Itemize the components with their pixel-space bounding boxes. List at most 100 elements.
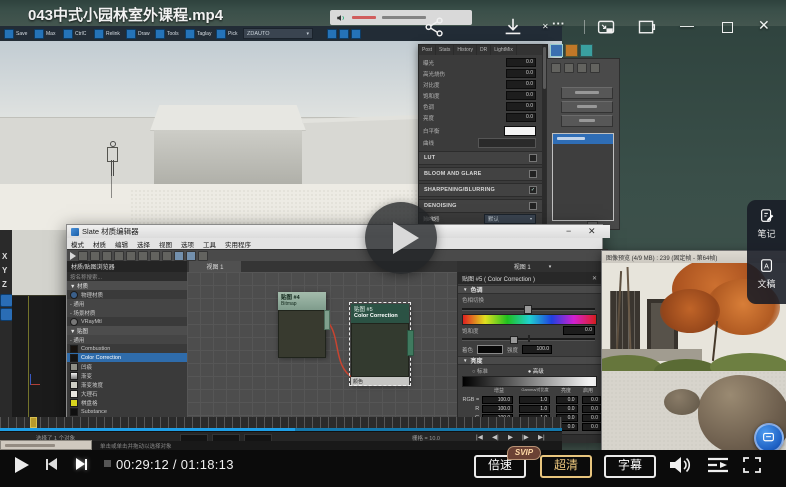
browser-map-item[interactable]: 棋盘格 <box>67 398 187 407</box>
render-setup-icon[interactable] <box>550 44 563 57</box>
next-frame-icon[interactable]: |▶ <box>522 433 529 441</box>
hue-slider[interactable] <box>462 305 595 311</box>
sidebar-toggle-icon[interactable] <box>636 17 657 38</box>
gain-spinner[interactable]: 100.0 <box>482 396 513 404</box>
go-to-start-icon[interactable]: |◀ <box>476 433 483 441</box>
volume-icon[interactable] <box>668 455 692 475</box>
play-button[interactable] <box>15 457 29 473</box>
menu-item[interactable]: 编辑 <box>111 239 132 249</box>
browser-map-item[interactable]: Substance <box>67 407 187 416</box>
browser-map-item[interactable]: 凹痕 <box>67 362 187 371</box>
vfb-tab[interactable]: DR <box>477 45 491 55</box>
value-spinner[interactable]: 0.0 <box>506 80 536 89</box>
close-icon[interactable]: ✕ <box>592 275 597 282</box>
download-icon[interactable] <box>502 16 524 38</box>
share-icon[interactable] <box>424 16 446 38</box>
browser-group[interactable]: ▼ 贴图 <box>67 326 187 335</box>
lightness-section-header[interactable]: ▼亮度 <box>458 356 601 365</box>
tool-icon[interactable] <box>150 251 160 261</box>
menu-item[interactable]: 选项 <box>177 239 198 249</box>
browser-search-input[interactable]: 按名称搜索... <box>67 272 187 281</box>
value-spinner[interactable]: 0.0 <box>506 69 536 78</box>
browser-map-item[interactable]: 渐变 <box>67 371 187 380</box>
gain-spinner[interactable]: 100.0 <box>482 405 513 413</box>
notes-button[interactable]: 笔记 <box>747 208 786 240</box>
vfb-rollout-sharpen[interactable]: SHARPENING/BLURRING✓ <box>419 183 542 197</box>
checkbox[interactable] <box>529 170 537 178</box>
maximize-icon[interactable] <box>722 22 733 33</box>
panel-listbox[interactable] <box>552 133 614 221</box>
minimize-icon[interactable]: — <box>680 17 694 33</box>
tool-icon[interactable] <box>90 251 100 261</box>
denoiser-dropdown[interactable]: 默认▾ <box>484 214 536 224</box>
tool-icon[interactable] <box>114 251 124 261</box>
panel-button[interactable] <box>561 115 613 127</box>
vfb-rollout-lut[interactable]: LUT <box>419 151 542 165</box>
browser-item[interactable]: 物理材质 <box>67 290 187 299</box>
curve-preview[interactable] <box>478 138 536 148</box>
gamma-spinner[interactable]: 1.0 <box>519 405 550 413</box>
checkbox-checked[interactable]: ✓ <box>529 186 537 194</box>
brightness-spinner[interactable]: 0.0 <box>556 396 577 404</box>
vfb-tab[interactable]: History <box>454 45 477 55</box>
value-spinner[interactable]: 0.0 <box>506 91 536 100</box>
browser-group[interactable]: - 场景材质 <box>67 308 187 317</box>
white-balance-swatch[interactable] <box>504 126 536 136</box>
hue-section-header[interactable]: ▼色调 <box>458 285 601 294</box>
browser-header[interactable]: 材质/贴图浏览器 <box>67 261 195 272</box>
tool-icon-active[interactable] <box>186 251 196 261</box>
time-slider-handle[interactable] <box>30 417 37 428</box>
close-icon[interactable]: ✕ <box>758 17 770 34</box>
radio-standard[interactable]: ○ 标准 <box>472 367 488 375</box>
next-episode-button[interactable] <box>76 458 87 470</box>
brightness-spinner[interactable]: 0.0 <box>556 405 577 413</box>
view-dropdown[interactable]: 视图 1▾ <box>457 261 608 272</box>
render-iterative-icon[interactable] <box>580 44 593 57</box>
tool-icon[interactable] <box>551 63 561 73</box>
tool-icon[interactable] <box>198 251 208 261</box>
tool-icon[interactable] <box>138 251 148 261</box>
play-overlay-button[interactable] <box>365 202 437 274</box>
node-header[interactable]: 贴图 #5 Color Correction <box>351 304 409 323</box>
node-canvas[interactable]: 贴图 #4 Bitmap 贴图 #5 Color Correction 颜色 <box>187 272 457 434</box>
node-output-tab[interactable] <box>324 310 330 330</box>
enable-spinner[interactable]: 0.0 <box>582 423 601 431</box>
vfb-tab[interactable]: Post <box>419 45 436 55</box>
prev-episode-button[interactable] <box>46 458 57 470</box>
transcript-button[interactable]: A 文稿 <box>747 258 786 290</box>
node-side-tab[interactable] <box>407 330 414 356</box>
enable-spinner[interactable]: 0.0 <box>582 405 601 413</box>
slate-titlebar[interactable]: Slate 材质编辑器 − ✕ <box>67 225 610 238</box>
listbox-selected-row[interactable] <box>553 134 613 144</box>
node-input-slot[interactable]: 颜色 <box>351 377 409 386</box>
menu-item[interactable]: 实用程序 <box>221 239 255 249</box>
browser-group[interactable]: - 通用 <box>67 335 187 344</box>
playlist-icon[interactable] <box>706 457 730 473</box>
checkbox[interactable] <box>529 202 537 210</box>
view-tab[interactable]: 视图 1 <box>189 261 241 272</box>
minimize-icon[interactable]: − <box>566 226 571 236</box>
tool-icon[interactable] <box>564 63 574 73</box>
close-icon[interactable]: ✕ <box>588 226 596 237</box>
maxscript-mini-listener[interactable] <box>0 440 92 450</box>
fullscreen-icon[interactable] <box>742 456 762 474</box>
subtitle-button[interactable]: 字幕 <box>604 455 656 478</box>
mini-player-icon[interactable] <box>596 17 617 38</box>
vfb-tab[interactable]: LightMix <box>491 45 517 55</box>
tool-icon[interactable] <box>78 251 88 261</box>
browser-group[interactable]: - 通用 <box>67 299 187 308</box>
vfb-rollout-denoise[interactable]: DENOISING <box>419 199 542 213</box>
select-arrow-icon[interactable] <box>70 252 76 260</box>
gamma-spinner[interactable]: 1.0 <box>519 396 550 404</box>
material-node-bitmap[interactable]: 贴图 #4 Bitmap <box>278 292 326 356</box>
panel-button[interactable] <box>561 87 613 99</box>
browser-map-item[interactable]: 渐变坡度 <box>67 380 187 389</box>
radio-advanced[interactable]: ● 高级 <box>528 367 544 375</box>
material-node-color-correction[interactable]: 贴图 #5 Color Correction 颜色 <box>351 304 409 384</box>
tool-icon[interactable] <box>577 63 587 73</box>
vfb-tab[interactable]: Stats <box>436 45 454 55</box>
menu-item[interactable]: 工具 <box>199 239 220 249</box>
prev-frame-icon[interactable]: ◀| <box>492 433 499 441</box>
saturation-spinner[interactable]: 0.0 <box>563 326 595 335</box>
floating-assistant-ball[interactable] <box>754 423 784 453</box>
